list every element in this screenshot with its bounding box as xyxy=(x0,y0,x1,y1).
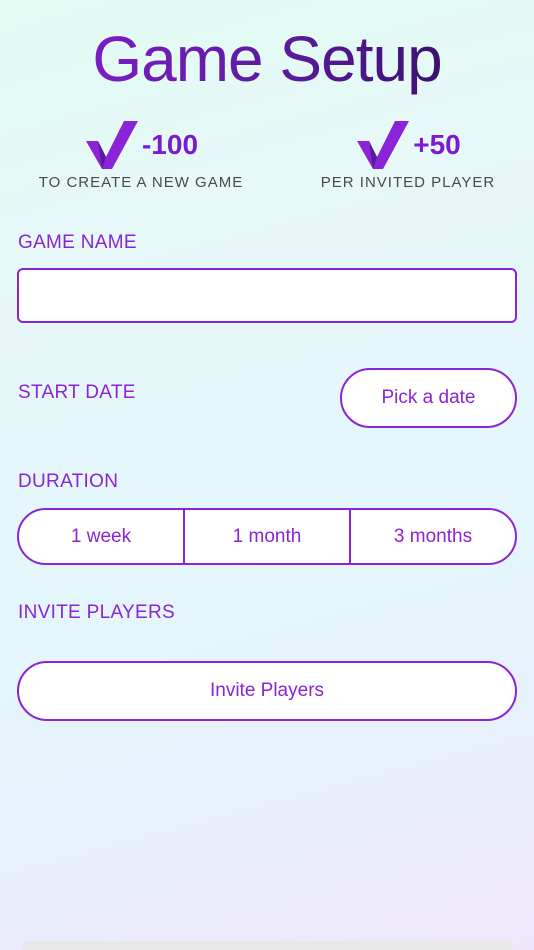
game-name-input[interactable] xyxy=(17,268,517,323)
reward-caption: PER INVITED PLAYER xyxy=(320,174,496,191)
duration-option-3-months[interactable]: 3 months xyxy=(351,510,515,563)
duration-option-1-week[interactable]: 1 week xyxy=(19,510,185,563)
reward-value: +50 xyxy=(413,129,461,160)
check-logo-icon xyxy=(85,121,138,169)
duration-selector: 1 week 1 month 3 months xyxy=(17,508,517,565)
home-indicator[interactable] xyxy=(22,941,512,950)
pick-date-button[interactable]: Pick a date xyxy=(340,368,517,428)
create-game-cost: -100 TO CREATE A NEW GAME xyxy=(0,118,282,191)
cost-caption: TO CREATE A NEW GAME xyxy=(38,174,244,191)
duration-option-1-month[interactable]: 1 month xyxy=(185,510,351,563)
check-logo-icon xyxy=(357,121,410,169)
page-title: Game Setup xyxy=(0,22,534,96)
duration-label: DURATION xyxy=(18,471,119,492)
cost-value: -100 xyxy=(141,129,199,160)
invite-player-reward: +50 PER INVITED PLAYER xyxy=(278,118,534,191)
game-name-label: GAME NAME xyxy=(18,232,137,253)
invite-players-label: INVITE PLAYERS xyxy=(18,602,175,623)
invite-players-button[interactable]: Invite Players xyxy=(17,661,517,721)
start-date-label: START DATE xyxy=(18,382,136,403)
